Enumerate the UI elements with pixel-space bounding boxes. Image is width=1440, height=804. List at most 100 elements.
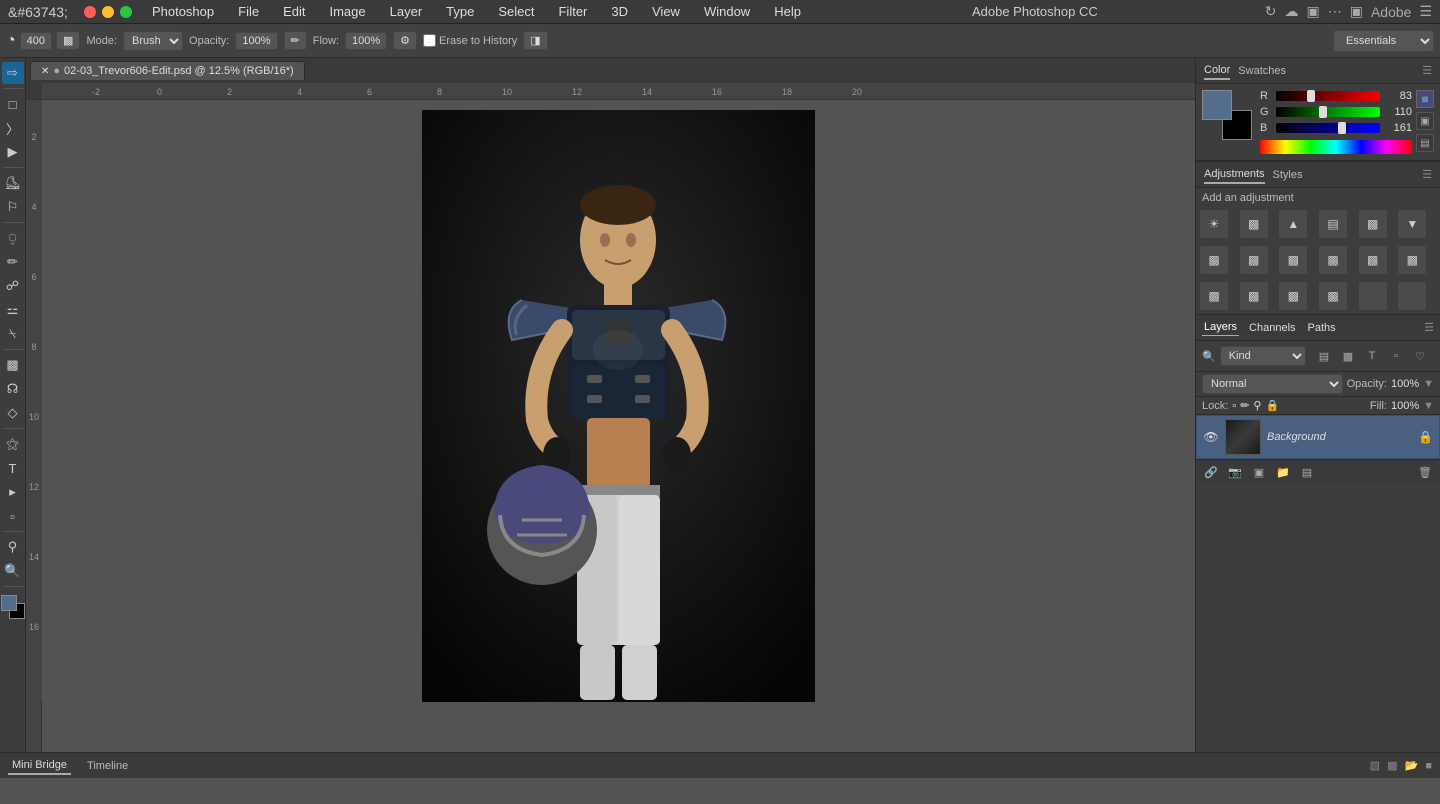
- close-button[interactable]: [84, 6, 96, 18]
- tool-brush[interactable]: ✏: [2, 251, 24, 273]
- filter-adjust-icon[interactable]: ▩: [1338, 347, 1358, 365]
- menu-file[interactable]: File: [234, 4, 263, 19]
- b-slider[interactable]: [1276, 123, 1380, 133]
- link-layers-btn[interactable]: 🔗: [1202, 464, 1220, 482]
- menu-filter[interactable]: Filter: [554, 4, 591, 19]
- color-panel-menu[interactable]: ☰: [1422, 64, 1432, 77]
- color-tab[interactable]: Color: [1204, 62, 1230, 80]
- tool-lasso[interactable]: 〉: [2, 117, 24, 139]
- mode-select[interactable]: Brush Pencil Block: [123, 31, 183, 51]
- color-mode-icon-3[interactable]: ▤: [1416, 134, 1434, 152]
- delete-layer-btn[interactable]: 🗑: [1416, 464, 1434, 482]
- sync-icon[interactable]: ↻: [1265, 3, 1277, 20]
- new-group-btn[interactable]: 📁: [1274, 464, 1292, 482]
- fill-expand[interactable]: ▼: [1423, 400, 1434, 412]
- flow-icon-btn[interactable]: ⚙: [393, 31, 417, 50]
- adj-threshold[interactable]: ▩: [1240, 282, 1268, 310]
- menu-edit[interactable]: Edit: [279, 4, 309, 19]
- foreground-color-swatch[interactable]: [1, 595, 17, 611]
- opacity-btn[interactable]: 100%: [235, 32, 277, 50]
- adj-channel-mixer[interactable]: ▩: [1319, 246, 1347, 274]
- tool-shape[interactable]: ▫: [2, 505, 24, 527]
- menu-list-icon[interactable]: ☰: [1419, 3, 1432, 20]
- more-icon[interactable]: ⋯: [1328, 3, 1342, 20]
- menu-layer[interactable]: Layer: [386, 4, 427, 19]
- background-layer[interactable]: 👁 Background 🔒: [1196, 415, 1440, 459]
- essentials-select[interactable]: Essentials Photography 3D: [1333, 30, 1434, 52]
- menu-window[interactable]: Window: [700, 4, 754, 19]
- adj-selective-color[interactable]: ▩: [1319, 282, 1347, 310]
- menu-select[interactable]: Select: [494, 4, 538, 19]
- apple-menu[interactable]: &#63743;: [8, 4, 68, 20]
- fill-value[interactable]: 100%: [1391, 400, 1419, 412]
- tool-crop[interactable]: ⛸: [2, 172, 24, 194]
- b-thumb[interactable]: [1338, 122, 1346, 134]
- channels-tab[interactable]: Channels: [1247, 320, 1297, 336]
- tool-marquee[interactable]: □: [2, 93, 24, 115]
- fg-color-box[interactable]: [1202, 90, 1232, 120]
- bottom-panel-icons[interactable]: ▧ ▩ 📂 ■: [1370, 759, 1432, 772]
- filter-shape-icon[interactable]: ▫: [1386, 347, 1406, 365]
- adj-color-balance[interactable]: ▩: [1200, 246, 1228, 274]
- tool-dodge[interactable]: ◇: [2, 402, 24, 424]
- opacity-expand[interactable]: ▼: [1423, 378, 1434, 390]
- tool-zoom[interactable]: 🔍: [2, 560, 24, 582]
- menu-view[interactable]: View: [648, 4, 684, 19]
- tool-move[interactable]: ⇨: [2, 62, 24, 84]
- styles-tab[interactable]: Styles: [1273, 167, 1303, 183]
- tool-quick-select[interactable]: ▶: [2, 141, 24, 163]
- minimize-button[interactable]: [102, 6, 114, 18]
- canvas-content[interactable]: [42, 100, 1195, 752]
- kind-select[interactable]: Kind Name Effect Mode: [1220, 346, 1306, 366]
- brush-icon[interactable]: ◔: [6, 32, 16, 50]
- menu-photoshop[interactable]: Photoshop: [148, 4, 218, 19]
- color-mode-icon-1[interactable]: ■: [1416, 90, 1434, 108]
- r-slider[interactable]: [1276, 91, 1380, 101]
- erase-to-history-label[interactable]: Erase to History: [423, 34, 517, 47]
- color-swatches[interactable]: [1, 595, 25, 619]
- filter-type-icon[interactable]: T: [1362, 347, 1382, 365]
- timeline-tab[interactable]: Timeline: [83, 758, 132, 774]
- adj-color-lookup[interactable]: ▩: [1359, 246, 1387, 274]
- adj-hue-sat[interactable]: ▼: [1398, 210, 1426, 238]
- tab-close-icon[interactable]: ✕: [41, 66, 49, 77]
- layers-panel-menu[interactable]: ☰: [1424, 321, 1434, 334]
- flow-btn[interactable]: 100%: [345, 32, 387, 50]
- tool-history-brush[interactable]: ⚍: [2, 299, 24, 321]
- brush-settings-btn[interactable]: ▩: [56, 31, 80, 50]
- tool-pen[interactable]: ⚝: [2, 433, 24, 455]
- layer-name[interactable]: Background: [1267, 431, 1412, 443]
- bottom-icon-3[interactable]: 📂: [1405, 760, 1419, 772]
- adj-brightness[interactable]: ☀: [1200, 210, 1228, 238]
- erase-to-history-checkbox[interactable]: [423, 34, 436, 47]
- bottom-icon-2[interactable]: ▩: [1387, 760, 1397, 772]
- lock-pixels-icon[interactable]: ✏: [1240, 399, 1249, 412]
- display-icon[interactable]: ▣: [1350, 3, 1363, 20]
- tool-eraser[interactable]: ⍀: [2, 323, 24, 345]
- add-style-btn[interactable]: 📷: [1226, 464, 1244, 482]
- adjustments-tab[interactable]: Adjustments: [1204, 166, 1265, 184]
- lock-position-icon[interactable]: ⚲: [1253, 399, 1261, 412]
- tool-clone[interactable]: ☍: [2, 275, 24, 297]
- canvas-image[interactable]: [422, 110, 815, 702]
- tool-text[interactable]: T: [2, 457, 24, 479]
- maximize-button[interactable]: [120, 6, 132, 18]
- adj-bw[interactable]: ▩: [1240, 246, 1268, 274]
- g-thumb[interactable]: [1319, 106, 1327, 118]
- layer-visibility-icon[interactable]: 👁: [1203, 429, 1219, 445]
- adj-photo-filter[interactable]: ▩: [1279, 246, 1307, 274]
- adj-posterize[interactable]: ▩: [1200, 282, 1228, 310]
- menu-help[interactable]: Help: [770, 4, 805, 19]
- r-thumb[interactable]: [1307, 90, 1315, 102]
- blend-mode-select[interactable]: Normal Multiply Screen Overlay: [1202, 374, 1343, 394]
- color-spectrum-bar[interactable]: [1260, 140, 1412, 154]
- lock-all-icon[interactable]: 🔒: [1265, 399, 1279, 412]
- adj-exposure[interactable]: ▤: [1319, 210, 1347, 238]
- tool-blur[interactable]: ☊: [2, 378, 24, 400]
- mini-bridge-tab[interactable]: Mini Bridge: [8, 757, 71, 775]
- history-icon-btn[interactable]: ◨: [523, 31, 547, 50]
- cloud-icon[interactable]: ☁: [1284, 3, 1298, 20]
- g-slider[interactable]: [1276, 107, 1380, 117]
- adj-panel-menu[interactable]: ☰: [1422, 168, 1432, 181]
- adj-curves[interactable]: ▲: [1279, 210, 1307, 238]
